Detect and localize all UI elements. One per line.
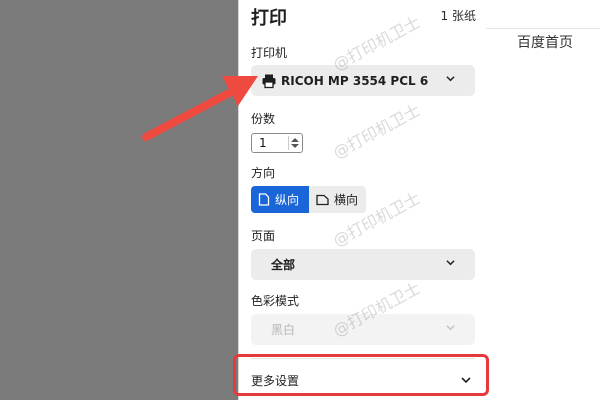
orientation-toggle: 纵向 横向 (251, 186, 366, 213)
orientation-portrait-button[interactable]: 纵向 (251, 186, 309, 213)
more-settings-toggle[interactable]: 更多设置 (239, 358, 487, 400)
chevron-down-icon (446, 260, 455, 266)
orientation-landscape-button[interactable]: 横向 (309, 186, 366, 213)
print-dialog: 打印 1 张纸 打印机 RICOH MP 3554 PCL 6 份数 1 方向 … (238, 0, 486, 400)
pages-select-value: 全部 (271, 258, 296, 272)
printer-label: 打印机 (251, 46, 288, 60)
portrait-page-icon (258, 193, 270, 206)
copies-spinner[interactable] (288, 136, 300, 150)
pages-select[interactable]: 全部 (251, 249, 475, 280)
orientation-landscape-label: 横向 (334, 193, 359, 207)
printer-select-value: RICOH MP 3554 PCL 6 (281, 73, 429, 88)
pages-label: 页面 (251, 229, 276, 243)
sheet-count: 1 张纸 (440, 9, 476, 23)
color-mode-label: 色彩模式 (251, 294, 300, 308)
printer-icon (262, 74, 276, 88)
orientation-portrait-label: 纵向 (275, 193, 300, 207)
printer-select[interactable]: RICOH MP 3554 PCL 6 (251, 65, 475, 96)
landscape-page-icon (316, 194, 329, 205)
copies-value: 1 (259, 136, 267, 150)
header-divider (486, 28, 600, 29)
orientation-label: 方向 (251, 166, 276, 180)
copies-input[interactable]: 1 (251, 133, 303, 153)
chevron-down-icon (461, 377, 471, 384)
more-settings-label: 更多设置 (251, 374, 300, 388)
background-page-strip: 百度首页 (486, 0, 600, 400)
copies-label: 份数 (251, 112, 276, 126)
chevron-down-icon (446, 76, 455, 82)
spin-up-icon[interactable] (291, 138, 299, 142)
baidu-home-link[interactable]: 百度首页 (517, 32, 573, 52)
print-dialog-title: 打印 (251, 8, 287, 29)
chevron-down-icon (446, 325, 455, 331)
spin-down-icon[interactable] (291, 144, 299, 148)
color-mode-select: 黑白 (251, 314, 475, 345)
color-mode-select-value: 黑白 (271, 323, 296, 337)
